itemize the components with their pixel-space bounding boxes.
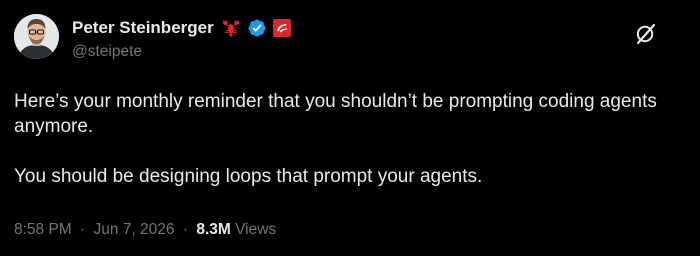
avatar[interactable] — [14, 14, 59, 59]
tweet-card: Peter Steinberger @steipete Here’s your … — [0, 0, 700, 256]
verified-badge-icon[interactable] — [247, 18, 267, 38]
tweet-paragraph: You should be designing loops that promp… — [14, 166, 483, 187]
author-name-row: Peter Steinberger — [72, 17, 292, 39]
meta-separator: · — [80, 221, 86, 238]
author-header: Peter Steinberger @steipete — [72, 17, 292, 61]
tweet-timestamp-time[interactable]: 8:58 PM — [14, 221, 72, 238]
views-label: Views — [235, 221, 277, 238]
author-handle[interactable]: @steipete — [72, 43, 292, 61]
tweet-meta: 8:58 PM · Jun 7, 2026 · 8.3M Views — [14, 221, 276, 239]
grok-button[interactable] — [634, 22, 658, 46]
tweet-timestamp-date[interactable]: Jun 7, 2026 — [94, 221, 175, 238]
views-count[interactable]: 8.3M — [196, 221, 230, 238]
tweet-paragraph: Here’s your monthly reminder that you sh… — [14, 91, 657, 137]
meta-separator: · — [182, 221, 189, 238]
tweet-text: Here’s your monthly reminder that you sh… — [14, 89, 686, 189]
grok-icon — [636, 23, 656, 45]
avatar-photo — [14, 14, 59, 59]
red-badge-icon[interactable] — [272, 18, 292, 38]
lobster-icon — [221, 18, 241, 38]
author-display-name[interactable]: Peter Steinberger — [72, 18, 214, 38]
